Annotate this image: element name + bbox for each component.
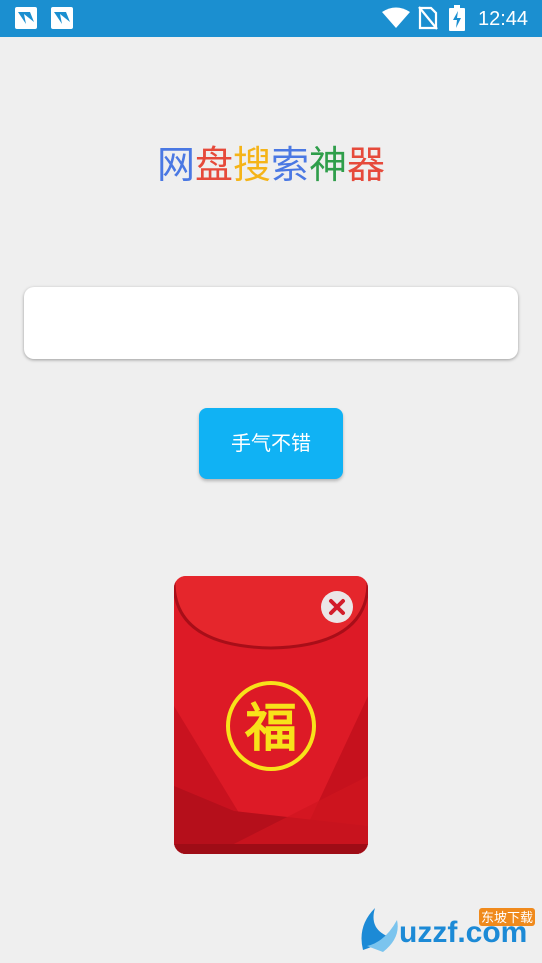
title-char: 网: [156, 143, 195, 187]
battery-charging-icon: [449, 5, 465, 31]
title-char: 神: [309, 143, 348, 187]
feeling-lucky-button[interactable]: 手气不错: [199, 408, 343, 479]
title-char: 索: [271, 143, 310, 187]
no-sim-icon: [418, 6, 438, 30]
search-input[interactable]: [24, 287, 518, 359]
close-button[interactable]: [321, 591, 353, 623]
title-char: 搜: [232, 143, 271, 187]
watermark-tag: 东坡下载: [481, 911, 533, 926]
wifi-icon: [382, 7, 410, 28]
app-notification-icon: [15, 7, 37, 29]
close-icon: [322, 592, 352, 622]
page-title: 网盘搜索神器: [0, 140, 542, 190]
status-bar: 12:44: [0, 0, 542, 37]
watermark-logo: uzzf.com 东坡下载: [361, 908, 535, 952]
fu-symbol: 福: [244, 699, 297, 759]
title-char: 器: [347, 143, 386, 187]
app-notification-icon: [51, 7, 73, 29]
title-char: 盘: [194, 143, 233, 187]
status-time: 12:44: [478, 8, 529, 30]
